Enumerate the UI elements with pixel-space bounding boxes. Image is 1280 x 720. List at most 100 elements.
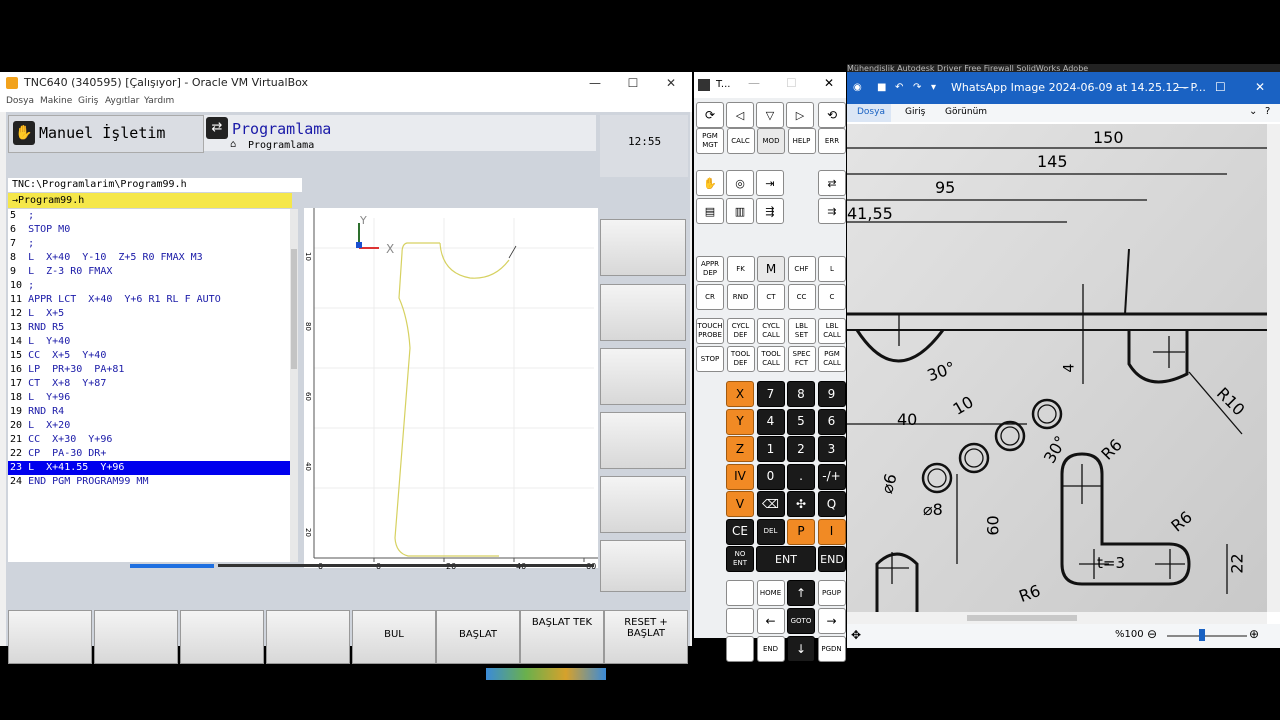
nav-key[interactable]: PGDN [817,636,846,662]
photo-hscroll[interactable] [847,612,1267,624]
program-line[interactable]: 23 L X+41.55 Y+96 [8,461,296,475]
drawing-photo[interactable]: 150 145 95 41,55 30° 4 10 40 R10 30° R6 … [847,124,1267,612]
numpad-key[interactable]: 1 [756,436,785,462]
close-button[interactable]: ✕ [652,72,690,94]
numpad-key[interactable]: IV [726,463,754,490]
down-triangle-key[interactable]: ▽ [756,102,784,128]
panel-key[interactable]: TOUCH PROBE [696,318,724,344]
zoom-out-button[interactable]: ⊖ [1147,627,1157,641]
softkey-right-2[interactable] [600,284,686,341]
softkey-bottom-1[interactable] [8,610,92,664]
program-line[interactable]: 8 L X+40 Y-10 Z+5 R0 FMAX M3 [8,251,296,265]
mode-programming[interactable]: ⇄ Programlama ⌂ Programlama [204,115,596,151]
menu-aygitlar[interactable]: Aygıtlar [105,96,139,106]
mdi-key[interactable]: ⇥ [756,170,784,196]
single-block-key[interactable]: ▤ [696,198,724,224]
nav-key[interactable] [726,580,754,606]
numpad-key[interactable]: 8 [787,381,815,407]
numpad-key[interactable]: 6 [817,408,846,435]
numpad-key[interactable]: Q [817,491,846,517]
numpad-key[interactable]: 4 [756,408,785,435]
softkey-bottom-7[interactable]: BAŞLAT TEK [520,610,604,664]
right-triangle-key[interactable]: ▷ [786,102,814,128]
numpad-key[interactable]: DEL [756,518,785,545]
maximize-button[interactable]: ☐ [614,72,652,94]
program-edit-key[interactable]: ⇄ [818,170,846,196]
program-listing[interactable]: 5 ; 6 STOP M0 7 ; 8 L X+40 Y-10 Z+5 R0 FMAX… [8,209,296,562]
panel-key[interactable]: LBL CALL [818,318,846,344]
graphics-view[interactable]: Y X 0 0 20 40 60 10 80 60 40 20 [304,208,598,571]
panel-key[interactable]: CYCL DEF [726,318,755,344]
program-line[interactable]: 10 ; [8,279,296,293]
numpad-key[interactable]: 2 [787,436,815,462]
nav-key[interactable]: → [817,608,846,634]
softkey-bottom-8[interactable]: RESET + BAŞLAT [604,610,688,664]
panel-key[interactable]: TOOL DEF [726,346,755,372]
test-run-key[interactable]: ⇶ [756,198,784,224]
enter-key[interactable]: ENT [756,546,816,572]
panel-key[interactable]: ERR [818,128,846,154]
mode-manual[interactable]: ✋ Manuel İşletim [8,115,204,153]
softkey-right-4[interactable] [600,412,686,469]
panel-key[interactable]: C [818,284,846,310]
program-scrollbar[interactable] [290,209,298,562]
softkey-bottom-6[interactable]: BAŞLAT [436,610,520,664]
panel-key[interactable]: SPEC FCT [787,346,816,372]
program-line[interactable]: 12 L X+5 [8,307,296,321]
program-line[interactable]: 6 STOP M0 [8,223,296,237]
panel-key[interactable]: CYCL CALL [757,318,785,344]
program-line[interactable]: 19 RND R4 [8,405,296,419]
panel-key[interactable]: RND [726,284,755,310]
photo-vscroll[interactable] [1267,124,1280,612]
panel-key[interactable]: HELP [787,128,816,154]
nav-key[interactable]: GOTO [787,608,815,634]
numpad-key[interactable]: Y [726,408,754,435]
numpad-key[interactable]: X [726,381,754,407]
numpad-key[interactable]: 7 [756,381,785,407]
save-icon[interactable]: ■ [877,82,886,93]
panel-key[interactable]: L [818,256,846,282]
undo-icon[interactable]: ↶ [895,82,903,93]
panel-minimize-button[interactable]: — [748,76,760,90]
photos-close-button[interactable]: ✕ [1255,80,1265,94]
panel-close-button[interactable]: ✕ [824,76,834,90]
cycle-key[interactable]: ⟲ [818,102,846,128]
softkey-bottom-3[interactable] [180,610,264,664]
panel-key[interactable]: CC [787,284,816,310]
zoom-slider-thumb[interactable] [1199,629,1205,641]
menu-makine[interactable]: Makine [40,96,72,106]
program-line[interactable]: 20 L X+20 [8,419,296,433]
numpad-key[interactable]: 5 [787,408,815,435]
photos-minimize-button[interactable]: — [1177,80,1189,94]
program-run-key[interactable]: ⇉ [818,198,846,224]
softkey-right-1[interactable] [600,219,686,276]
redo-icon[interactable]: ↷ [913,82,921,93]
numpad-key[interactable]: P [787,518,815,545]
dropdown-icon[interactable]: ▾ [931,82,936,93]
nav-key[interactable] [726,608,754,634]
panel-key[interactable]: TOOL CALL [757,346,785,372]
panel-key[interactable]: CT [757,284,785,310]
refresh-key[interactable]: ⟳ [696,102,724,128]
softkey-right-5[interactable] [600,476,686,533]
program-line[interactable]: 14 L Y+40 [8,335,296,349]
program-line[interactable]: 11 APPR LCT X+40 Y+6 R1 RL F AUTO [8,293,296,307]
program-line[interactable]: 22 CP PA-30 DR+ [8,447,296,461]
move-icon[interactable]: ✥ [851,628,861,642]
tab-dosya[interactable]: Dosya [857,107,885,117]
menu-yardim[interactable]: Yardım [144,96,174,106]
panel-key[interactable]: PGM CALL [818,346,846,372]
manual-mode-key[interactable]: ✋ [696,170,724,196]
photo-hscroll-thumb[interactable] [967,615,1077,621]
program-line[interactable]: 21 CC X+30 Y+96 [8,433,296,447]
minimize-button[interactable]: — [576,72,614,94]
program-line[interactable]: 17 CT X+8 Y+87 [8,377,296,391]
program-line[interactable]: 18 L Y+96 [8,391,296,405]
numpad-key[interactable]: Z [726,436,754,462]
photos-maximize-button[interactable]: ☐ [1215,80,1226,94]
numpad-key[interactable]: ⌫ [756,491,785,517]
menu-giris[interactable]: Giriş [78,96,98,106]
panel-key[interactable]: CALC [726,128,755,154]
nav-key[interactable]: END [756,636,785,662]
panel-key[interactable]: FK [726,256,755,282]
